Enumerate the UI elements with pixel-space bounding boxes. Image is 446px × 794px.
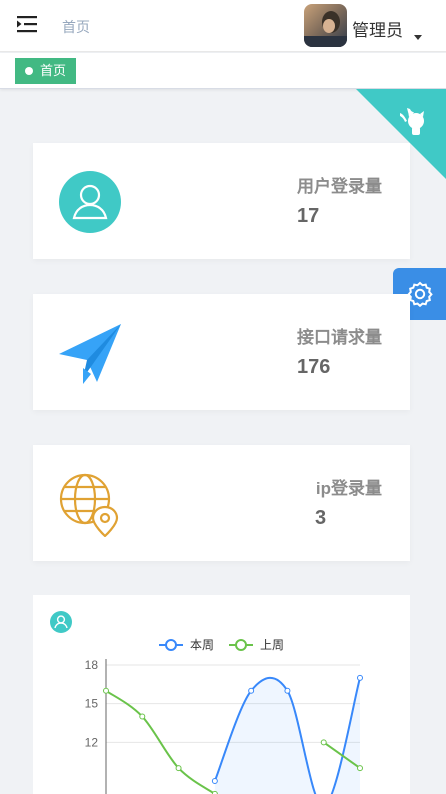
card-title: ip登录量 [315,479,382,498]
card-count: 17 [297,205,320,227]
tag-label: 首页 [40,63,67,78]
legend-marker [235,639,247,651]
data-point [139,713,146,720]
y-tick-label: 18 [85,658,99,672]
tags-view: 首页 [0,53,446,89]
weekly-chart-card: 18 15 12 本周 上周 [33,595,410,794]
data-point [320,739,327,746]
card-count: 176 [297,356,331,378]
breadcrumb-home[interactable]: 首页 [62,17,90,37]
hamburger-menu-icon[interactable] [17,15,37,33]
username[interactable]: 管理员 [352,16,403,41]
legend-label: 本周 [190,638,214,652]
api-request-card[interactable]: 接口请求量 176 [33,294,410,410]
data-point [357,674,363,681]
data-point [211,778,218,784]
user-login-card[interactable]: 用户登录量 17 [33,143,410,259]
ip-login-card[interactable]: ip登录量 3 [33,445,410,561]
data-point [357,765,363,772]
card-count: 3 [315,507,327,529]
navbar: 首页 管理员 [0,0,446,52]
gear-icon [406,281,433,307]
legend-marker [165,639,177,651]
tag-home[interactable]: 首页 [15,58,77,84]
line-chart: 18 15 12 本周 上周 [85,638,363,794]
y-tick-label: 12 [85,735,99,749]
card-title: 接口请求量 [297,328,382,347]
paper-plane-icon [59,324,121,384]
active-dot-icon [25,67,33,75]
y-tick-label: 15 [85,697,99,711]
data-point [248,687,255,694]
caret-down-icon[interactable] [414,35,422,40]
card-title: 用户登录量 [297,177,382,196]
data-point [175,765,182,772]
globe-location-icon [59,473,119,537]
avatar[interactable] [304,4,347,47]
data-point [103,687,109,694]
user-icon [59,171,121,233]
legend-label: 上周 [260,638,284,652]
data-point [284,687,291,694]
